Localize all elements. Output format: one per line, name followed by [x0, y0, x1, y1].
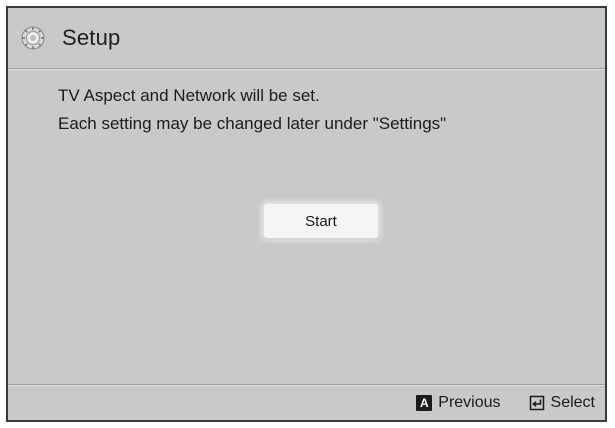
- header-divider: [8, 68, 605, 69]
- gear-icon: [20, 25, 46, 51]
- message-line-1: TV Aspect and Network will be set.: [58, 86, 320, 105]
- a-button-icon: A: [416, 394, 433, 411]
- previous-hint[interactable]: A Previous: [416, 393, 501, 412]
- select-label: Select: [550, 393, 595, 411]
- footer: A Previous Select: [8, 385, 605, 420]
- page-title: Setup: [62, 25, 121, 50]
- previous-label: Previous: [438, 393, 501, 411]
- message-line-2: Each setting may be changed later under …: [58, 114, 447, 133]
- header: Setup: [8, 8, 605, 68]
- select-hint[interactable]: Select: [529, 394, 595, 412]
- setup-message: TV Aspect and Network will be set. Each …: [58, 82, 585, 138]
- setup-window: Setup TV Aspect and Network will be set.…: [6, 6, 607, 422]
- start-button[interactable]: Start: [264, 204, 378, 238]
- enter-icon: [529, 395, 545, 411]
